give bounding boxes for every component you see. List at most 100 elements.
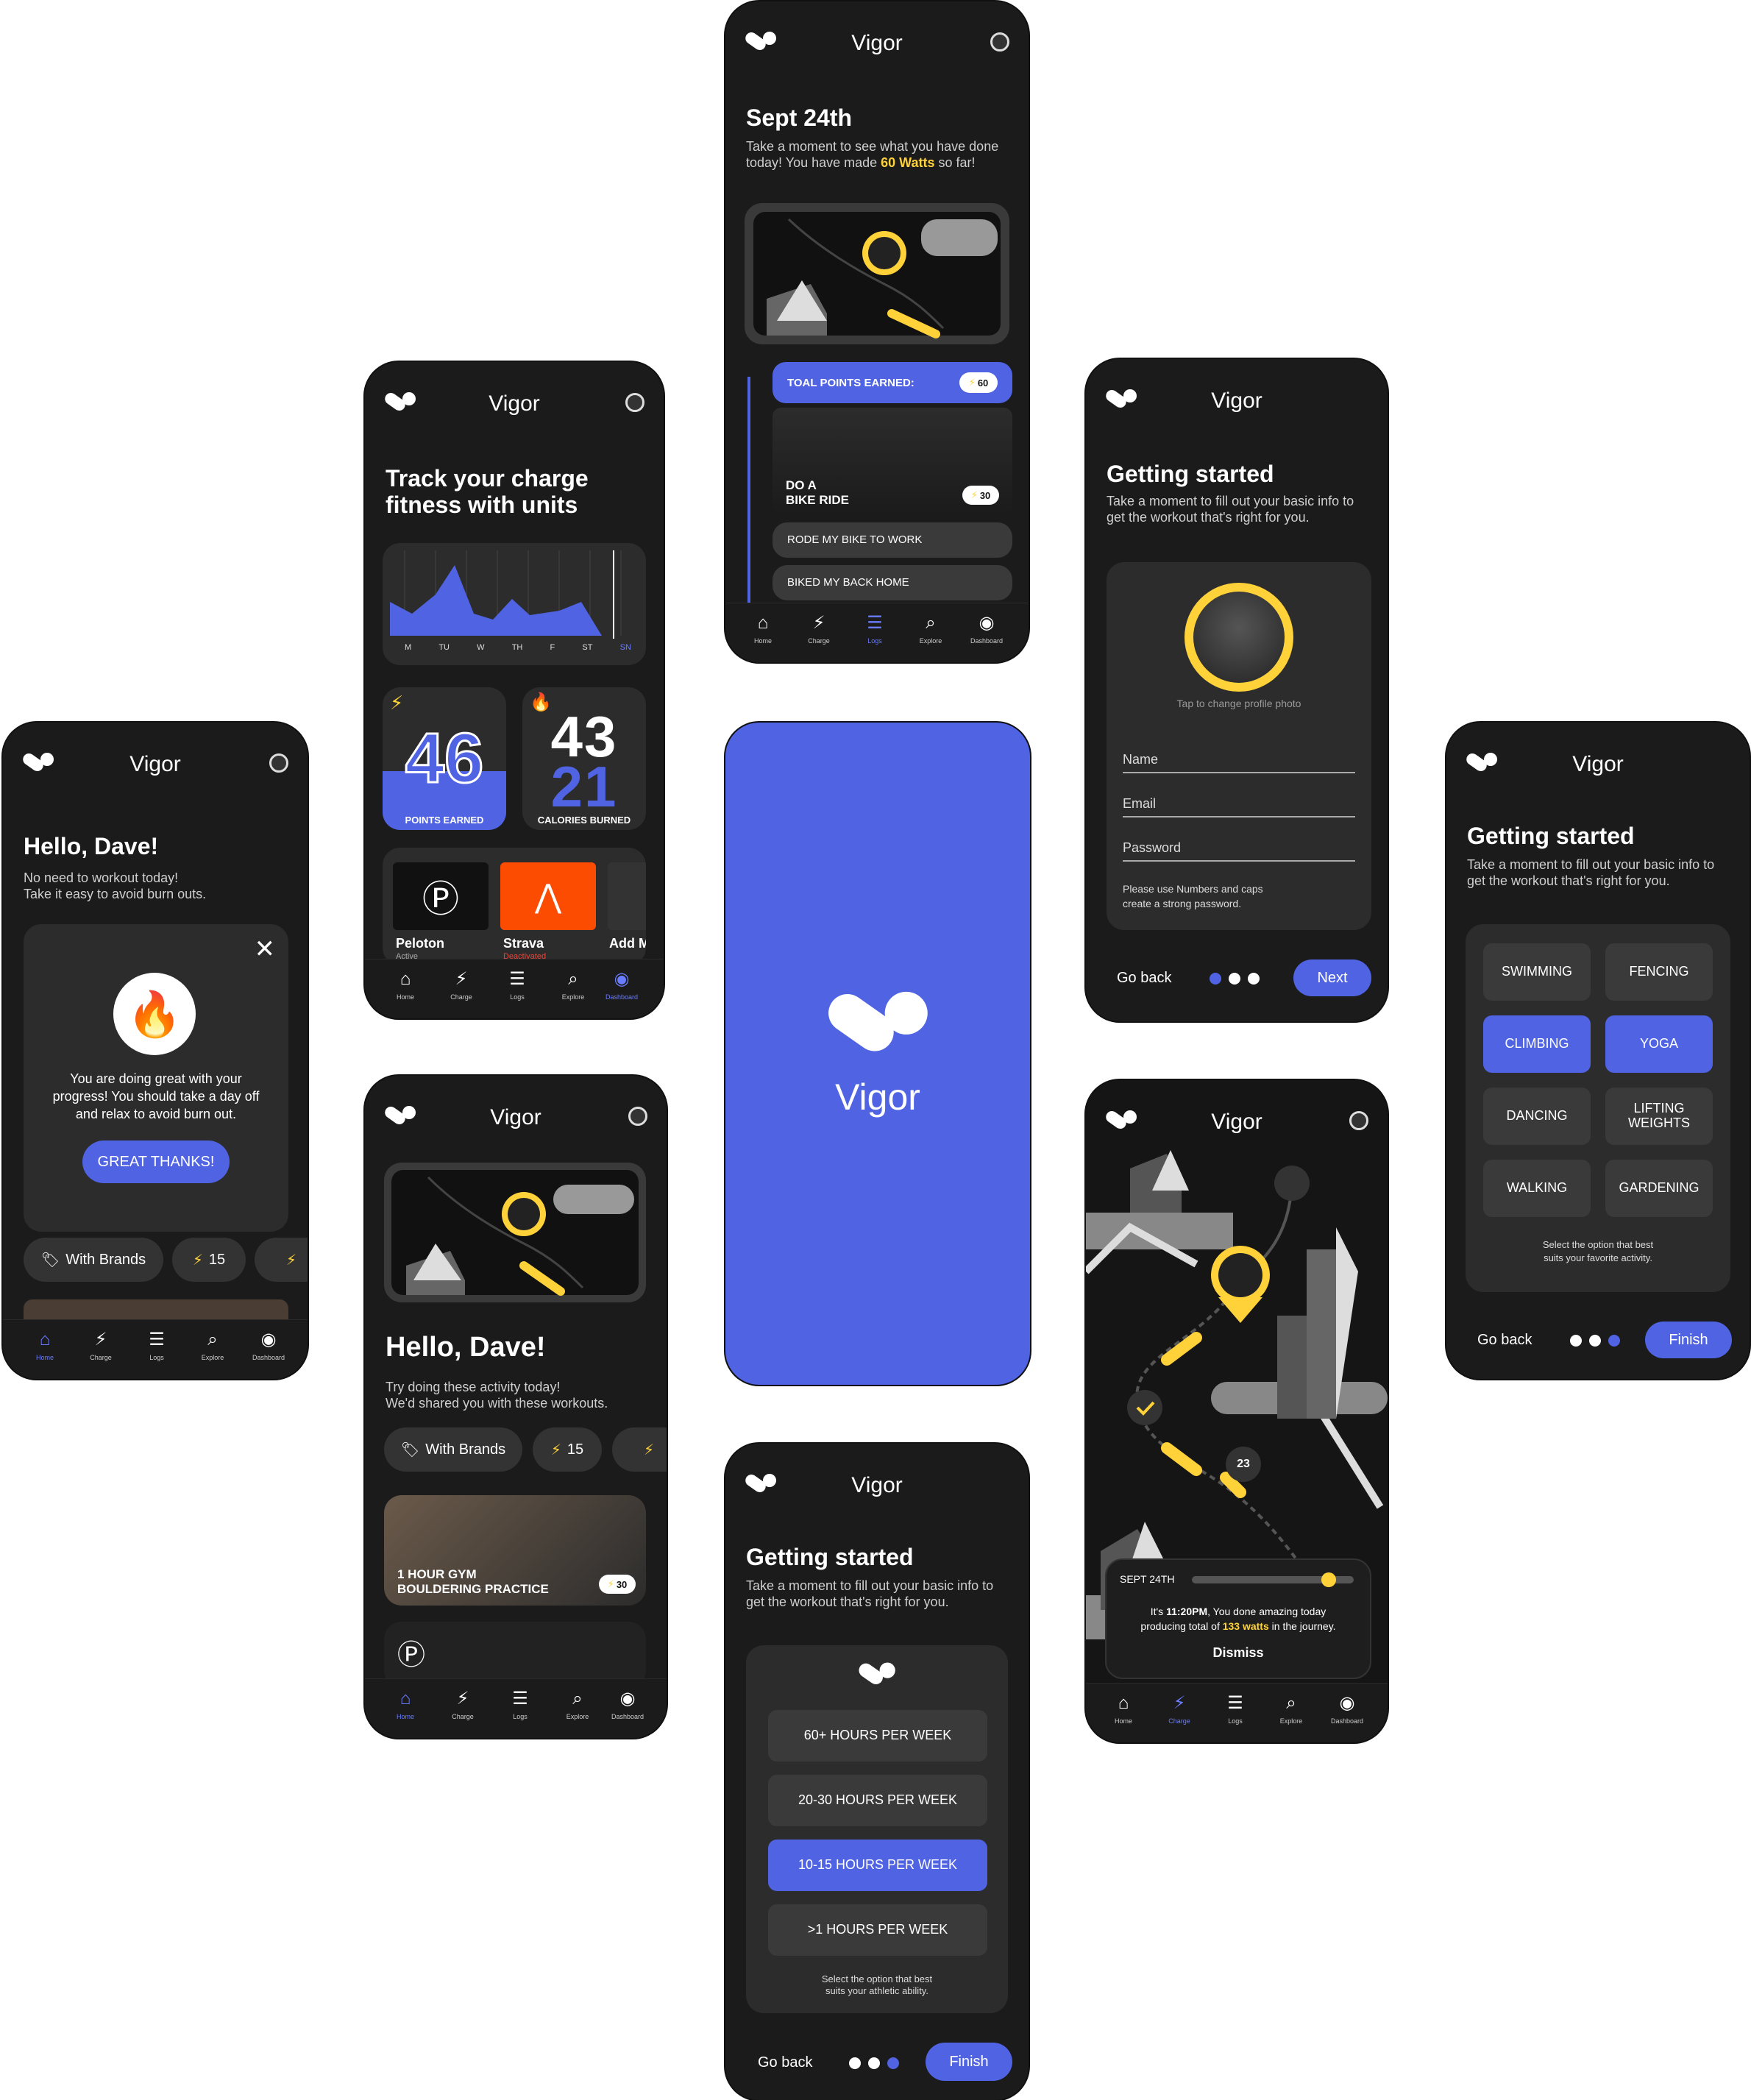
bolt-icon: ⚡ [456, 1689, 469, 1709]
app-title: Vigor [129, 752, 181, 776]
getting-started-sub-1: Take a moment to fill out your basic inf… [746, 1578, 994, 1593]
option-lifting-weights[interactable]: LIFTING WEIGHTS [1605, 1088, 1713, 1145]
nav-dashboard[interactable]: ◉ Dashboard [961, 614, 1012, 645]
brands-row: Ⓟ Peloton Active ⋀ Strava Deactivated Ad… [383, 848, 646, 965]
nav-explore[interactable]: ⌕ Explore [1265, 1694, 1317, 1725]
finish-button[interactable]: Finish [926, 2043, 1012, 2081]
screen-hours: Vigor Getting started Take a moment to f… [725, 1444, 1029, 2100]
go-back-button[interactable]: Go back [1117, 970, 1171, 987]
points-chip[interactable]: ⚡ 15 [533, 1427, 602, 1472]
name-field[interactable]: Name [1123, 752, 1355, 773]
nav-dashboard[interactable]: ◉ Dashboard [602, 1689, 653, 1721]
nav-logs[interactable]: ☰ Logs [494, 1689, 546, 1721]
vigor-logo-icon [859, 1662, 895, 1685]
great-thanks-button[interactable]: GREAT THANKS! [82, 1141, 230, 1183]
option-60-hours[interactable]: 60+ HOURS PER WEEK [768, 1710, 987, 1762]
finish-button[interactable]: Finish [1645, 1322, 1732, 1358]
nav-explore[interactable]: ⌕ Explore [552, 1689, 603, 1721]
app-title: Vigor [851, 31, 903, 55]
nav-charge[interactable]: ⚡ Charge [437, 1689, 489, 1721]
option-1-hours[interactable]: >1 HOURS PER WEEK [768, 1904, 987, 1956]
more-chip[interactable]: ⚡ [612, 1427, 667, 1472]
bolt-icon: ⚡ [812, 613, 825, 633]
nav-dashboard[interactable]: ◉ Dashboard [596, 970, 647, 1001]
journey-progress-knob[interactable] [1321, 1572, 1336, 1587]
nav-logs[interactable]: ☰ Logs [849, 614, 901, 645]
strava-tile[interactable]: ⋀ [500, 862, 596, 930]
option-dancing[interactable]: DANCING [1483, 1088, 1591, 1145]
log-item-bike-to-work[interactable]: RODE MY BIKE TO WORK [772, 522, 1012, 558]
nav-charge[interactable]: ⚡ Charge [436, 970, 487, 1001]
greeting-sub-2: We'd shared you with these workouts. [386, 1396, 608, 1411]
rest-text-1: You are doing great with your [70, 1071, 242, 1086]
nav-explore[interactable]: ⌕ Explore [905, 614, 956, 645]
add-brand-tile[interactable] [608, 862, 646, 930]
option-yoga[interactable]: YOGA [1605, 1015, 1713, 1073]
home-icon: ⌂ [1118, 1693, 1129, 1713]
greeting-sub-1: No need to workout today! [24, 870, 179, 885]
with-brands-chip[interactable]: 🏷 With Brands [24, 1238, 163, 1282]
profile-avatar[interactable] [1349, 1111, 1368, 1130]
points-chip[interactable]: ⚡ 15 [172, 1238, 246, 1282]
more-chip[interactable]: ⚡ [255, 1238, 308, 1282]
screen-profile: Vigor Getting started Take a moment to f… [1086, 359, 1388, 1021]
log-item-bike-home[interactable]: BIKED MY BACK HOME [772, 565, 1012, 600]
tag-icon: 🏷 [40, 1252, 60, 1269]
peloton-tile[interactable]: Ⓟ [393, 862, 489, 930]
profile-avatar[interactable] [269, 753, 288, 773]
journey-marker: 23 [1226, 1447, 1261, 1482]
nav-home[interactable]: ⌂ Home [19, 1330, 71, 1362]
profile-avatar[interactable] [625, 393, 644, 412]
nav-charge[interactable]: ⚡ Charge [1154, 1694, 1205, 1725]
screen-splash: Vigor [725, 723, 1030, 1385]
password-field[interactable]: Password [1123, 840, 1355, 862]
bike-ride-card[interactable]: DO A BIKE RIDE ⚡ 30 [772, 408, 1012, 514]
journey-message-2: producing total of 133 watts in the jour… [1140, 1620, 1336, 1632]
bolt-icon: ⚡ [390, 692, 404, 714]
nav-charge[interactable]: ⚡ Charge [793, 614, 845, 645]
calories-card: 🔥 43 21 CALORIES BURNED [522, 687, 646, 830]
weekly-chart: M TU W TH F ST SN [383, 543, 646, 665]
nav-charge[interactable]: ⚡ Charge [75, 1330, 127, 1362]
nav-home[interactable]: ⌂ Home [380, 970, 431, 1001]
with-brands-chip[interactable]: 🏷 With Brands [384, 1427, 522, 1472]
nav-dashboard[interactable]: ◉ Dashboard [1321, 1694, 1373, 1725]
workout-points-badge: ⚡ 30 [599, 1575, 636, 1594]
points-label: POINTS EARNED [405, 815, 484, 826]
bolt-icon: ⚡ [455, 969, 468, 989]
dismiss-button[interactable]: Dismiss [1107, 1645, 1370, 1661]
option-10-15-hours[interactable]: 10-15 HOURS PER WEEK [768, 1840, 987, 1891]
nav-dashboard[interactable]: ◉ Dashboard [243, 1330, 294, 1362]
option-20-30-hours[interactable]: 20-30 HOURS PER WEEK [768, 1775, 987, 1826]
list-icon: ☰ [509, 969, 525, 989]
bottom-nav: ⌂ Home ⚡ Charge ☰ Logs ⌕ Explore ◉ Dashboard [725, 603, 1029, 662]
nav-logs[interactable]: ☰ Logs [1210, 1694, 1261, 1725]
option-gardening[interactable]: GARDENING [1605, 1160, 1713, 1217]
screen-journey-map: Vigor 23 SEPT 24TH It's 11:20PM, You don… [1086, 1080, 1388, 1742]
next-button[interactable]: Next [1293, 959, 1371, 996]
profile-avatar[interactable] [628, 1107, 647, 1126]
nav-logs[interactable]: ☰ Logs [131, 1330, 182, 1362]
email-field[interactable]: Email [1123, 796, 1355, 817]
nav-logs[interactable]: ☰ Logs [491, 970, 543, 1001]
option-walking[interactable]: WALKING [1483, 1160, 1591, 1217]
option-climbing[interactable]: CLIMBING [1483, 1015, 1591, 1073]
profile-photo[interactable] [1184, 583, 1293, 692]
close-icon[interactable]: ✕ [255, 934, 276, 964]
go-back-button[interactable]: Go back [1477, 1332, 1532, 1349]
greeting-sub-1: Try doing these activity today! [386, 1380, 561, 1394]
option-fencing[interactable]: FENCING [1605, 943, 1713, 1001]
workout-card[interactable]: 1 HOUR GYM BOULDERING PRACTICE ⚡ 30 [384, 1495, 646, 1606]
go-back-button[interactable]: Go back [758, 2054, 812, 2071]
nav-explore[interactable]: ⌕ Explore [187, 1330, 238, 1362]
track-title-1: Track your charge [386, 465, 589, 492]
getting-started-title: Getting started [1107, 461, 1274, 487]
nav-home[interactable]: ⌂ Home [380, 1689, 431, 1721]
nav-home[interactable]: ⌂ Home [1098, 1694, 1149, 1725]
greeting-sub-2: Take it easy to avoid burn outs. [24, 887, 207, 901]
profile-avatar[interactable] [990, 32, 1009, 52]
nav-home[interactable]: ⌂ Home [737, 614, 789, 645]
option-swimming[interactable]: SWIMMING [1483, 943, 1591, 1001]
nav-explore[interactable]: ⌕ Explore [547, 970, 599, 1001]
screen-track: Vigor Track your charge fitness with uni… [365, 362, 664, 1018]
